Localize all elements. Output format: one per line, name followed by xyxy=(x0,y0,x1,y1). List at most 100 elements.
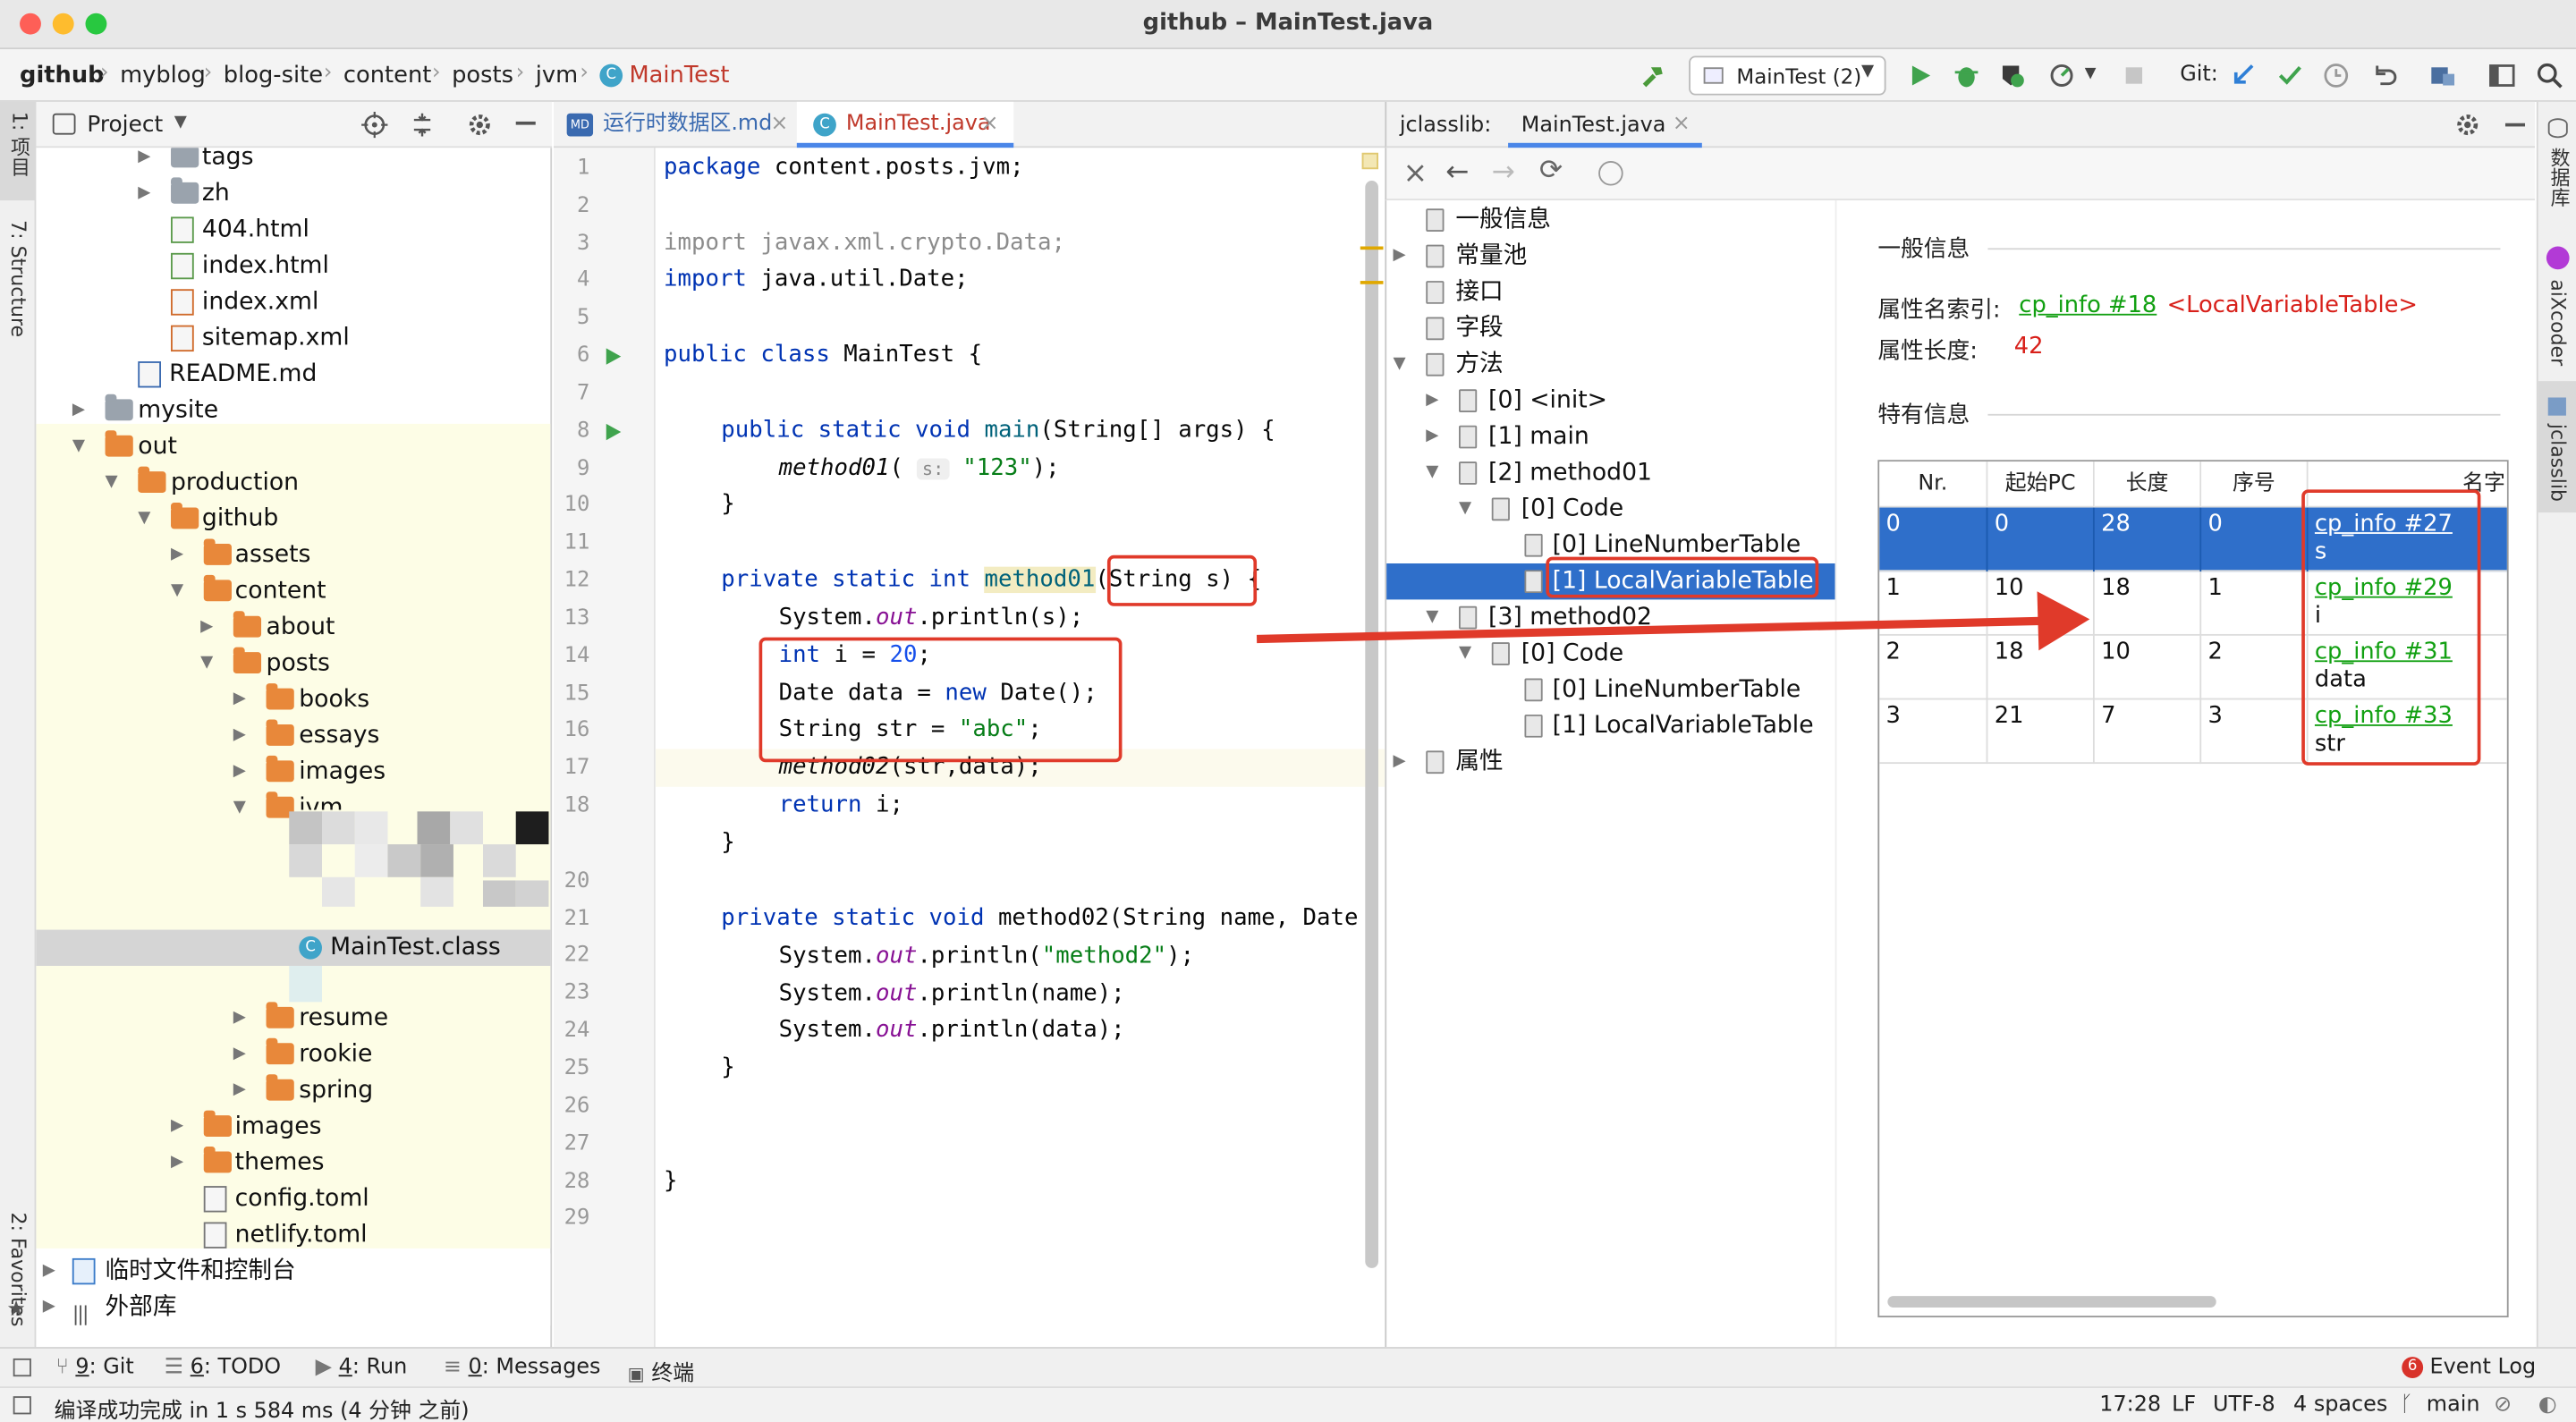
tree-item[interactable]: 404.html xyxy=(36,212,550,248)
tree-item[interactable]: netlify.toml xyxy=(36,1217,550,1253)
tree-item[interactable]: ▶ zh xyxy=(36,176,550,212)
jtree-item[interactable]: ▼ [2] method01 xyxy=(1386,455,1836,491)
tree-item[interactable]: ▼ out xyxy=(36,428,550,464)
tree-item[interactable]: ▶ spring xyxy=(36,1072,550,1108)
attr-name-link[interactable]: cp_info #18 xyxy=(2019,292,2157,318)
status-icon[interactable] xyxy=(13,1396,31,1415)
rollback-icon[interactable] xyxy=(2369,61,2399,90)
run-icon[interactable] xyxy=(1906,61,1936,90)
event-log-button[interactable]: Event Log xyxy=(2429,1355,2536,1380)
breadcrumb-content[interactable]: content xyxy=(343,63,431,89)
profiler-icon[interactable] xyxy=(2047,61,2077,90)
run-gutter-icon[interactable] xyxy=(605,422,623,442)
run-gutter-icon[interactable] xyxy=(605,347,623,367)
back-arrow-icon[interactable]: ← xyxy=(1445,156,1469,189)
locate-icon[interactable] xyxy=(361,111,388,139)
layout-icon[interactable] xyxy=(2487,61,2517,90)
git-update-icon[interactable] xyxy=(2229,61,2258,90)
jtree-item[interactable]: ▶ [0] <init> xyxy=(1386,383,1836,419)
notifications-icon[interactable]: ◐ xyxy=(2538,1393,2557,1418)
tree-item[interactable]: ▶ books xyxy=(36,681,550,717)
tree-item[interactable]: ▶ assets xyxy=(36,537,550,573)
build-hammer-icon[interactable] xyxy=(1638,61,1667,90)
chevron-down-icon[interactable]: ▼ xyxy=(174,114,187,131)
editor-scrollbar[interactable] xyxy=(1365,181,1378,1268)
tree-item[interactable]: ▶ images xyxy=(36,1109,550,1145)
cursor-position[interactable]: 17:28 xyxy=(2099,1393,2161,1418)
tree-item[interactable]: ▶ ||| 外部库 xyxy=(36,1289,551,1326)
warning-marker[interactable] xyxy=(1360,246,1384,250)
tree-item[interactable]: ▶ essays xyxy=(36,718,550,754)
close-icon[interactable]: × xyxy=(1673,112,1690,137)
jtree-item[interactable]: 一般信息 xyxy=(1386,202,1836,238)
indent-setting[interactable]: 4 spaces xyxy=(2293,1393,2387,1418)
search-icon[interactable] xyxy=(2535,61,2564,90)
tab-jclasslib-maintest[interactable]: MainTest.java × xyxy=(1508,102,1702,148)
database-tool-tab[interactable]: 数据库 xyxy=(2546,148,2574,207)
breadcrumb-myblog[interactable]: myblog xyxy=(120,63,206,89)
tree-item[interactable]: ▼ content xyxy=(36,573,550,609)
jtree-item[interactable]: [1] LocalVariableTable xyxy=(1386,708,1836,744)
project-structure-icon[interactable] xyxy=(2428,61,2458,90)
breadcrumb-blog-site[interactable]: blog-site xyxy=(224,63,323,89)
tree-item[interactable]: README.md xyxy=(36,357,550,393)
close-icon[interactable]: × xyxy=(981,102,999,148)
tree-item[interactable]: config.toml xyxy=(36,1181,550,1217)
git-commit-icon[interactable] xyxy=(2275,61,2305,90)
inspection-status-icon[interactable] xyxy=(1361,152,1378,170)
tree-item[interactable]: ▶ images xyxy=(36,754,550,790)
run-tool-button[interactable]: ▶ 4: Run xyxy=(316,1355,408,1380)
tree-item-selected[interactable]: C MainTest.class xyxy=(36,930,550,966)
messages-tool-button[interactable]: ≡ 0: Messages xyxy=(444,1355,601,1380)
refresh-icon[interactable]: ⟳ xyxy=(1539,155,1563,188)
breadcrumb-github[interactable]: github xyxy=(20,63,105,89)
minimize-panel-icon[interactable] xyxy=(2504,123,2526,127)
jtree-item[interactable]: ▶ 属性 xyxy=(1386,744,1836,780)
tree-item[interactable]: index.html xyxy=(36,248,550,284)
tree-item[interactable]: ▶ rookie xyxy=(36,1037,550,1072)
git-tool-button[interactable]: ⑂ 9: Git xyxy=(55,1355,133,1380)
tree-item[interactable]: ▼ github xyxy=(36,501,550,537)
table-scrollbar[interactable] xyxy=(1887,1296,2216,1308)
jtree-item[interactable]: ▼ [0] Code xyxy=(1386,491,1836,527)
jclasslib-tool-tab[interactable]: jclasslib xyxy=(2538,381,2576,513)
git-branch[interactable]: main xyxy=(2427,1393,2480,1418)
breadcrumb-posts[interactable]: posts xyxy=(452,63,513,89)
jtree-item[interactable]: ▼ [3] method02 xyxy=(1386,599,1836,635)
minimize-panel-icon[interactable] xyxy=(515,121,536,125)
run-config-select[interactable]: MainTest (2) ▼ xyxy=(1689,55,1886,96)
jtree-item[interactable]: 字段 xyxy=(1386,310,1836,346)
globe-icon[interactable] xyxy=(1598,160,1623,186)
tab-runtime-data-md[interactable]: MD 运行时数据区.md × xyxy=(554,102,797,148)
tree-item[interactable]: ▶ about xyxy=(36,609,550,645)
project-tool-tab[interactable]: 1: 项目 xyxy=(0,101,37,201)
tree-item[interactable]: ▶ tags xyxy=(36,148,550,175)
close-icon[interactable]: × xyxy=(770,102,788,148)
stop-icon[interactable] xyxy=(2119,61,2148,90)
tab-maintest-java[interactable]: C MainTest.java × xyxy=(796,101,1014,148)
tree-item[interactable]: ▼ posts xyxy=(36,646,550,681)
project-panel-title[interactable]: Project xyxy=(87,112,163,138)
status-message[interactable]: 编译成功完成 in 1 s 584 ms (4 分钟 之前) xyxy=(55,1393,470,1422)
aixcoder-tool-tab[interactable]: aiXcoder xyxy=(2546,279,2570,366)
terminal-tool-button[interactable]: ▣ 终端 xyxy=(628,1355,695,1387)
breadcrumb-maintest[interactable]: MainTest xyxy=(629,63,729,89)
lock-icon[interactable]: ⊘ xyxy=(2494,1393,2512,1418)
gear-icon[interactable] xyxy=(467,112,493,138)
tree-item[interactable]: ▼ production xyxy=(36,465,550,501)
chevron-down-icon[interactable]: ▼ xyxy=(2085,65,2097,81)
jtree-item[interactable]: 接口 xyxy=(1386,275,1836,310)
line-separator[interactable]: LF xyxy=(2172,1393,2196,1418)
tree-item[interactable]: ▶ 临时文件和控制台 xyxy=(36,1253,551,1290)
warning-marker[interactable] xyxy=(1360,281,1384,284)
collapse-all-icon[interactable] xyxy=(409,112,435,138)
forward-arrow-icon[interactable]: → xyxy=(1492,156,1515,189)
history-icon[interactable] xyxy=(2321,61,2351,90)
debug-icon[interactable] xyxy=(1952,61,1981,90)
jtree-item[interactable]: ▼ [0] Code xyxy=(1386,636,1836,672)
tree-item[interactable]: sitemap.xml xyxy=(36,320,550,356)
jtree-item[interactable]: [0] LineNumberTable xyxy=(1386,672,1836,707)
todo-tool-button[interactable]: ☰ 6: TODO xyxy=(165,1355,281,1380)
coverage-icon[interactable] xyxy=(1997,61,2027,90)
tree-item[interactable]: index.xml xyxy=(36,284,550,320)
